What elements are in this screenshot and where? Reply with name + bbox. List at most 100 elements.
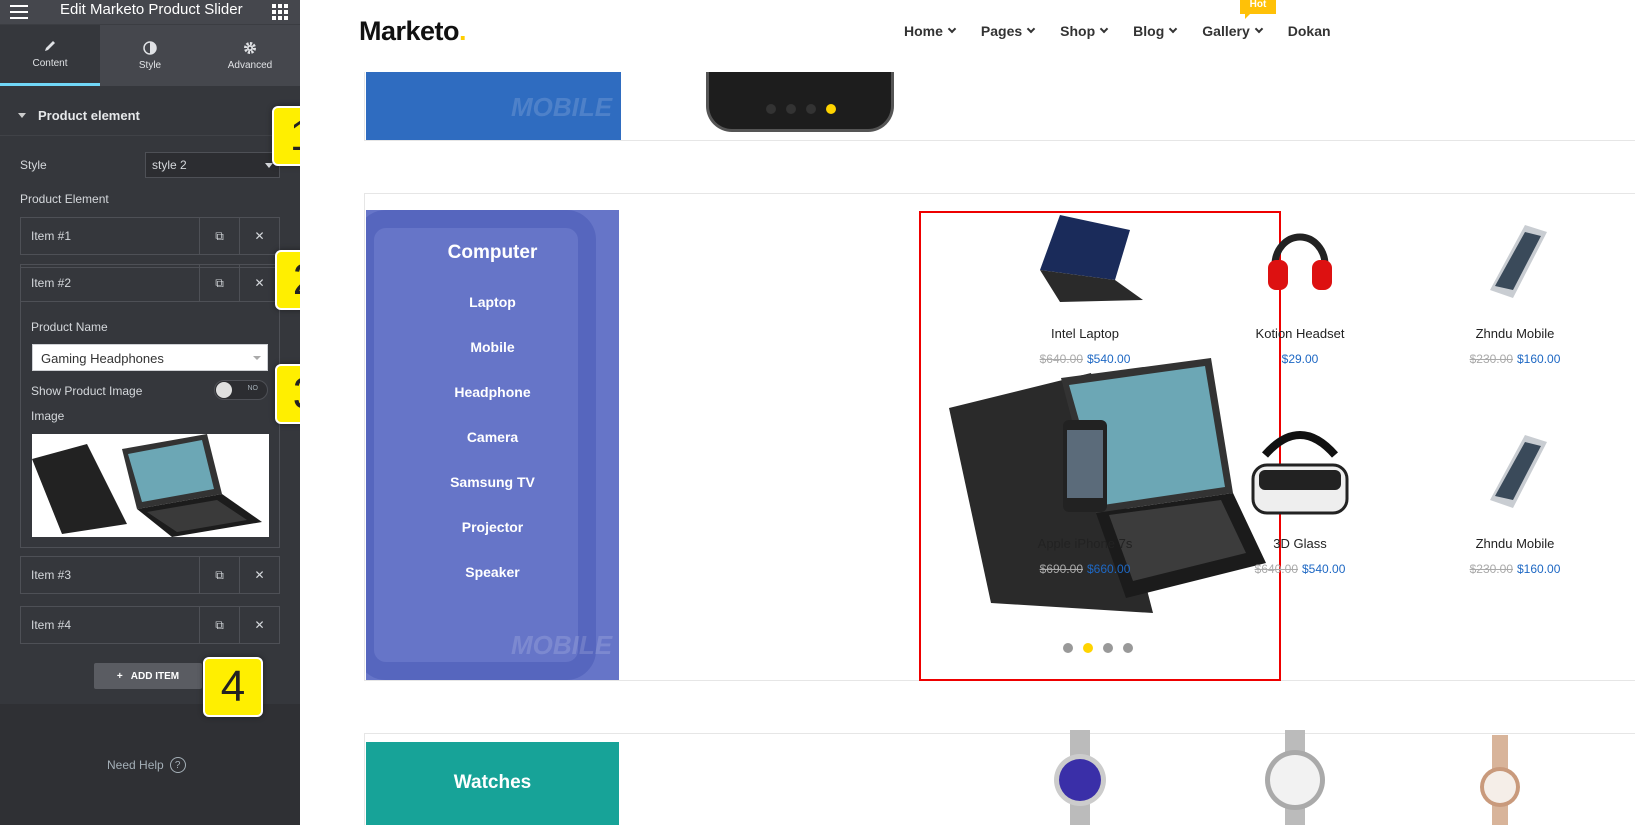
- tab-style[interactable]: Style: [100, 25, 200, 86]
- product-price: $640.00 $540.00: [1200, 562, 1400, 576]
- editor-tabs: Content Style Advanced: [0, 24, 300, 86]
- item-title: Item #2: [31, 276, 72, 290]
- nav-dokan[interactable]: Dokan: [1288, 23, 1331, 39]
- product-card[interactable]: Zhndu Mobile $230.00 $160.00: [1415, 200, 1615, 366]
- top-slider-dots: [766, 104, 836, 114]
- nav-home[interactable]: Home: [904, 23, 957, 39]
- tab-content-label: Content: [32, 58, 68, 69]
- show-image-toggle[interactable]: NO: [214, 380, 268, 400]
- duplicate-icon[interactable]: ⧉: [199, 607, 239, 643]
- nav-label: Home: [904, 23, 943, 39]
- product-card[interactable]: Intel Laptop $640.00 $540.00: [985, 200, 1185, 366]
- menu-icon[interactable]: [10, 5, 28, 19]
- product-name[interactable]: Zhndu Mobile: [1415, 326, 1615, 341]
- close-icon[interactable]: ✕: [239, 607, 279, 643]
- repeater-item-2[interactable]: Item #2 ⧉ ✕: [20, 264, 280, 302]
- pencil-icon: [45, 41, 55, 51]
- image-label: Image: [31, 409, 65, 423]
- repeater-item-2-panel: Product Name Gaming Headphones Show Prod…: [20, 267, 280, 548]
- toggle-text: NO: [247, 385, 259, 392]
- watch-image-rose[interactable]: [1470, 735, 1530, 825]
- widgets-grid-icon[interactable]: [272, 4, 288, 20]
- style-select[interactable]: style 2: [145, 152, 280, 178]
- tab-content[interactable]: Content: [0, 25, 100, 86]
- chevron-down-icon: [1099, 24, 1109, 34]
- style-label: Style: [20, 158, 47, 172]
- product-name[interactable]: Zhndu Mobile: [1415, 536, 1615, 551]
- slider-dot[interactable]: [1123, 643, 1133, 653]
- repeater-item-3[interactable]: Item #3 ⧉ ✕: [20, 556, 280, 594]
- category-link[interactable]: Mobile: [366, 339, 619, 384]
- top-category-panel: MOBILE: [366, 72, 621, 140]
- product-image[interactable]: [1415, 200, 1615, 320]
- category-link[interactable]: Samsung TV: [366, 474, 619, 519]
- product-price: $690.00 $660.00: [985, 562, 1185, 576]
- add-item-button[interactable]: + ADD ITEM: [94, 663, 202, 689]
- product-card[interactable]: Zhndu Mobile $230.00 $160.00: [1415, 410, 1615, 576]
- item-title: Item #3: [31, 568, 72, 582]
- nav-gallery[interactable]: Gallery: [1202, 23, 1263, 39]
- slider-dot-active[interactable]: [826, 104, 836, 114]
- repeater-item-1[interactable]: Item #1 ⧉ ✕: [20, 217, 280, 255]
- category-link[interactable]: Projector: [366, 519, 619, 564]
- slider-dot[interactable]: [806, 104, 816, 114]
- slider-dot[interactable]: [1103, 643, 1113, 653]
- product-price: $640.00 $540.00: [985, 352, 1185, 366]
- gear-icon: [244, 41, 256, 54]
- category-link[interactable]: Speaker: [366, 564, 619, 609]
- product-image[interactable]: [1415, 410, 1615, 530]
- laptop-thumbnail: [32, 434, 262, 537]
- chevron-down-icon: [1169, 24, 1178, 34]
- product-name[interactable]: Kotion Headset: [1200, 326, 1400, 341]
- nav-label: Pages: [980, 23, 1023, 39]
- product-image[interactable]: [985, 410, 1185, 530]
- annotation-badge-4: 4: [203, 657, 263, 717]
- category-link[interactable]: Laptop: [366, 294, 619, 339]
- product-name[interactable]: Apple iPhone 7s: [985, 536, 1185, 551]
- product-image[interactable]: [985, 200, 1185, 320]
- slider-dot[interactable]: [766, 104, 776, 114]
- need-help-link[interactable]: Need Help?: [107, 757, 186, 773]
- watch-image-silver[interactable]: [1255, 730, 1335, 825]
- category-link[interactable]: Camera: [366, 429, 619, 474]
- category-link[interactable]: Headphone: [366, 384, 619, 429]
- duplicate-icon[interactable]: ⧉: [199, 557, 239, 593]
- product-name-select[interactable]: Gaming Headphones: [32, 344, 268, 371]
- site-logo[interactable]: Marketo.: [359, 16, 467, 47]
- product-price: $29.00: [1200, 352, 1400, 366]
- product-name-label: Product Name: [31, 320, 108, 334]
- product-name[interactable]: 3D Glass: [1200, 536, 1400, 551]
- section-product-element[interactable]: Product element: [0, 96, 300, 136]
- product-image[interactable]: [1200, 410, 1400, 530]
- slider-dot[interactable]: [1063, 643, 1073, 653]
- product-card[interactable]: 3D Glass $640.00 $540.00: [1200, 410, 1400, 576]
- chevron-down-icon: [1026, 24, 1036, 34]
- nav-label: Blog: [1133, 23, 1165, 39]
- nav-pages[interactable]: Pages: [980, 23, 1036, 39]
- product-price: $230.00 $160.00: [1415, 352, 1615, 366]
- duplicate-icon[interactable]: ⧉: [199, 265, 239, 301]
- plus-icon: +: [116, 670, 123, 682]
- product-name[interactable]: Intel Laptop: [985, 326, 1185, 341]
- product-card[interactable]: Kotion Headset $29.00: [1200, 200, 1400, 366]
- product-image[interactable]: [1200, 200, 1400, 320]
- nav-blog[interactable]: Blog: [1133, 23, 1178, 39]
- watches-category-title[interactable]: Watches: [366, 742, 619, 825]
- tab-advanced-label: Advanced: [227, 59, 273, 71]
- duplicate-icon[interactable]: ⧉: [199, 218, 239, 254]
- caret-down-icon: [18, 113, 26, 118]
- nav-shop[interactable]: Shop: [1060, 23, 1109, 39]
- image-preview[interactable]: [32, 434, 269, 537]
- site-header: Marketo. Hot Home Pages Shop Blog Galler…: [300, 0, 1635, 72]
- section-title: Product element: [38, 108, 140, 123]
- tab-advanced[interactable]: Advanced: [200, 25, 300, 86]
- close-icon[interactable]: ✕: [239, 218, 279, 254]
- slider-dot[interactable]: [786, 104, 796, 114]
- slider-dot-active[interactable]: [1083, 643, 1093, 653]
- repeater-item-4[interactable]: Item #4 ⧉ ✕: [20, 606, 280, 644]
- watch-image-blue[interactable]: [1045, 730, 1115, 825]
- old-price: $230.00: [1469, 352, 1513, 366]
- close-icon[interactable]: ✕: [239, 265, 279, 301]
- product-card[interactable]: Apple iPhone 7s $690.00 $660.00: [985, 410, 1185, 576]
- close-icon[interactable]: ✕: [239, 557, 279, 593]
